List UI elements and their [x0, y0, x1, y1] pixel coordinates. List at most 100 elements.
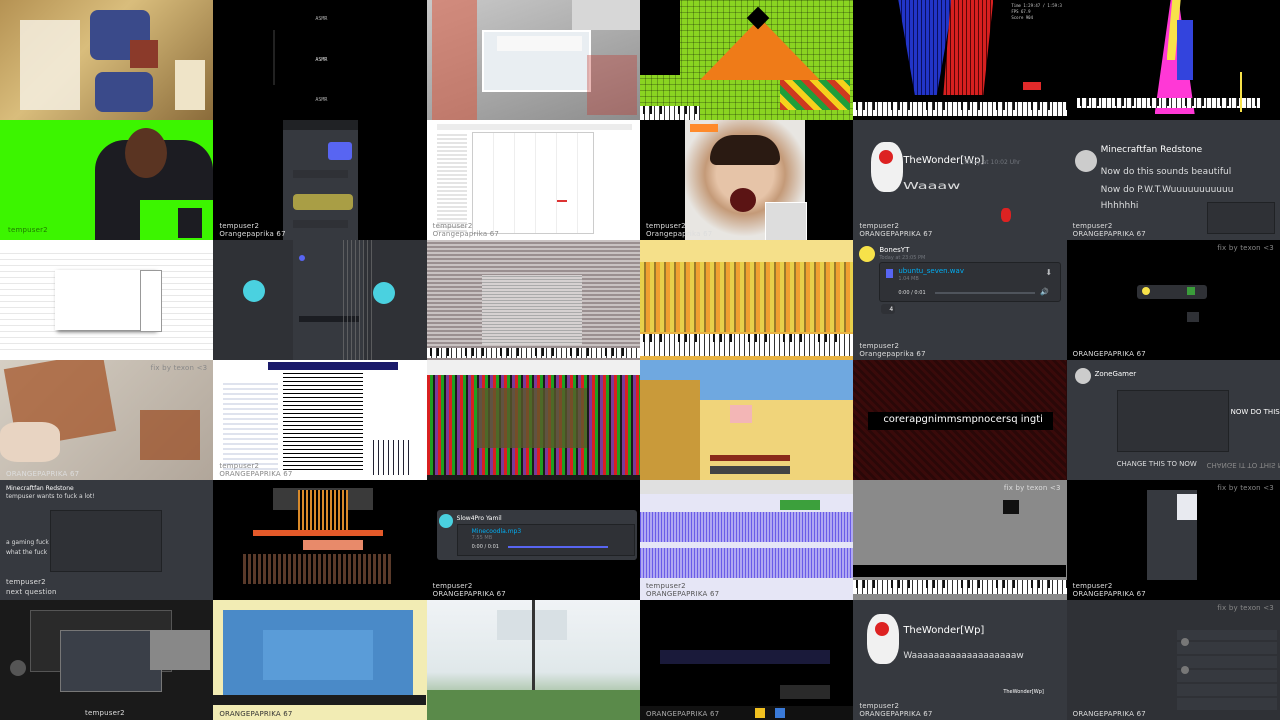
mirror-text: CHANGE IT TO THIS NOW: [1206, 461, 1280, 469]
tile-daw-window[interactable]: tempuser2 Orangepaprika 67: [426, 120, 640, 240]
avatar: [373, 282, 396, 304]
caption-channel: ORANGEPAPRIKA 67: [1072, 710, 1146, 718]
caption-fix: fix by texon <3: [1003, 484, 1061, 492]
phone-screen: [283, 120, 359, 240]
mini-badge: TheWonder[Wp]: [1003, 689, 1044, 695]
caption-channel: ORANGEPAPRIKA 67: [645, 710, 720, 718]
person-face: [125, 128, 167, 178]
tile-emoji-glitch[interactable]: fix by texon <3 ORANGEPAPRIKA 67: [1066, 240, 1280, 360]
tile-discord-wonder[interactable]: TheWonder[Wp] Today at 10:02 Uhr Waaaw t…: [853, 120, 1067, 240]
tile-keyboard-visual[interactable]: [213, 480, 427, 600]
caption-user: tempuser2: [859, 702, 900, 710]
block: [1003, 500, 1020, 514]
reaction-count: 4: [889, 306, 894, 313]
popup-window: [50, 510, 162, 572]
avatar: [1074, 150, 1097, 172]
glitch-band: [639, 240, 853, 262]
tile-discord-members[interactable]: fix by texon <3 ORANGEPAPRIKA 67: [1066, 600, 1280, 720]
progress-track[interactable]: [507, 546, 608, 548]
glitch-window: [481, 275, 582, 345]
message-line: Hhhhhhi: [1100, 201, 1139, 211]
tile-window-photo[interactable]: [426, 0, 640, 120]
caption-user: tempuser2: [1072, 582, 1113, 590]
audio-attachment[interactable]: ubuntu_seven.wav 1.04 MB ⬇ 0:00 / 0:01 🔊: [879, 262, 1062, 302]
caption-user: tempuser2: [859, 342, 900, 350]
tile-desktop-windows[interactable]: tempuser2: [0, 600, 214, 720]
user-name: Minecraftfan Redstone: [1100, 145, 1203, 155]
window: [60, 630, 162, 692]
tile-discord-phone[interactable]: fix by texon <3 tempuser2 ORANGEPAPRIKA …: [1066, 480, 1280, 600]
note-bar: [253, 530, 384, 536]
tile-dark-ui[interactable]: ORANGEPAPRIKA 67: [639, 600, 854, 720]
caption-user: tempuser2: [645, 222, 686, 230]
tile-face-cam[interactable]: tempuser2 Orangepaprika 67: [639, 120, 854, 240]
popup: [1176, 494, 1197, 520]
emoji-icon: [1141, 287, 1150, 295]
avatar: [859, 246, 876, 262]
tile-red-text-glitch[interactable]: corerapgnimmsmpnocersq ingti: [853, 360, 1067, 480]
progress-track[interactable]: [935, 292, 1036, 294]
volume-icon[interactable]: 🔊: [1040, 288, 1049, 296]
divider: [273, 30, 276, 85]
tile-asmr[interactable]: ASMR ASMR ASMR: [213, 0, 427, 120]
tile-discord-glitch[interactable]: [213, 240, 427, 360]
tile-grey-visualizer[interactable]: fix by texon <3: [853, 480, 1067, 600]
tile-discord-audio[interactable]: BonesYT Today at 23:05 PM ubuntu_seven.w…: [853, 240, 1067, 360]
avatar: [1180, 666, 1189, 674]
tile-discord-file[interactable]: Slow4Pro Yamil Minecoodla.mp3 7.55 MB 0:…: [426, 480, 640, 600]
emoji-icon: [754, 708, 765, 718]
tile-static-glitch[interactable]: [426, 240, 640, 360]
piano-keys: [639, 334, 854, 356]
tile-discord-mobile[interactable]: tempuser2 Orangepaprika 67: [213, 120, 427, 240]
download-icon[interactable]: ⬇: [1045, 268, 1052, 277]
tile-midi-visualizer[interactable]: Time 1:29:47 / 1:59:3 FPS 67.9 Score 904: [853, 0, 1067, 120]
waveform: [639, 512, 853, 542]
tile-pink-visualizer[interactable]: [1066, 0, 1280, 120]
keys-reflection: [243, 554, 394, 584]
tile-game-level[interactable]: ORANGEPAPRIKA 67: [213, 600, 427, 720]
message-text: Waaaaaaaaaaaaaaaaaaaw: [903, 651, 1024, 661]
caption-channel: ORANGEPAPRIKA 67: [859, 710, 933, 718]
tile-midi-editor[interactable]: tempuser2 ORANGEPAPRIKA 67: [213, 360, 427, 480]
caption-channel: ORANGEPAPRIKA 67: [1072, 590, 1146, 598]
tile-room-scene[interactable]: [0, 0, 214, 120]
tile-green-screen[interactable]: tempuser2: [0, 120, 214, 240]
message-line: a gaming fuck: [6, 539, 49, 546]
trees: [426, 690, 640, 720]
tile-sky-photo[interactable]: [426, 600, 640, 720]
tile-discord-change[interactable]: ZoneGamer NOW DO THIS CHANGE THIS TO NOW…: [1066, 360, 1280, 480]
inner-wall: [263, 630, 374, 680]
tile-sheet-window[interactable]: [0, 240, 214, 360]
text-band: [659, 650, 830, 664]
note-grid: [283, 370, 364, 470]
tile-chair-photo[interactable]: fix by texon <3 ORANGEPAPRIKA 67: [0, 360, 214, 480]
asmr-label: ASMR: [315, 97, 328, 103]
tile-discord-redstone[interactable]: Minecraftfan Redstone Now do this sounds…: [1066, 120, 1280, 240]
tile-audio-editor[interactable]: tempuser2 ORANGEPAPRIKA 67: [639, 480, 854, 600]
asmr-label: ASMR: [315, 16, 328, 22]
audio-attachment[interactable]: Minecoodla.mp3 7.55 MB 0:00 / 0:01: [456, 524, 635, 556]
tile-discord-chat[interactable]: Minecraftfan Redstone tempuser wants to …: [0, 480, 214, 600]
hotbar: [709, 455, 790, 461]
stats-overlay: Time 1:29:47 / 1:59:3 FPS 67.9 Score 904: [1011, 3, 1062, 20]
avatar: [243, 280, 266, 302]
tile-pixel-art[interactable]: [639, 0, 854, 120]
piano-keys: [639, 106, 700, 120]
user-name: TheWonder[Wp]: [903, 625, 985, 636]
piano-keys: [853, 580, 1067, 594]
reaction[interactable]: [881, 304, 896, 314]
red-blur: [586, 55, 637, 115]
red-notes: [943, 0, 994, 95]
caption-fix: fix by texon <3: [1217, 604, 1274, 612]
tile-color-glitch[interactable]: [639, 240, 854, 360]
caption-channel: Orangepaprika 67: [219, 230, 286, 238]
pip-cam: [764, 202, 807, 240]
tile-minecraft[interactable]: [639, 360, 854, 480]
glitch-text: corerapgnimmsmpnocersq ingti: [883, 414, 1043, 425]
person-small: [178, 208, 202, 238]
piano-keys: [1076, 98, 1261, 108]
tile-discord-wonder-2[interactable]: TheWonder[Wp] Waaaaaaaaaaaaaaaaaaaw TheW…: [853, 600, 1067, 720]
window-pane: [571, 0, 640, 30]
tile-rgb-glitch[interactable]: [426, 360, 640, 480]
user-name: Slow4Pro Yamil: [456, 515, 502, 522]
